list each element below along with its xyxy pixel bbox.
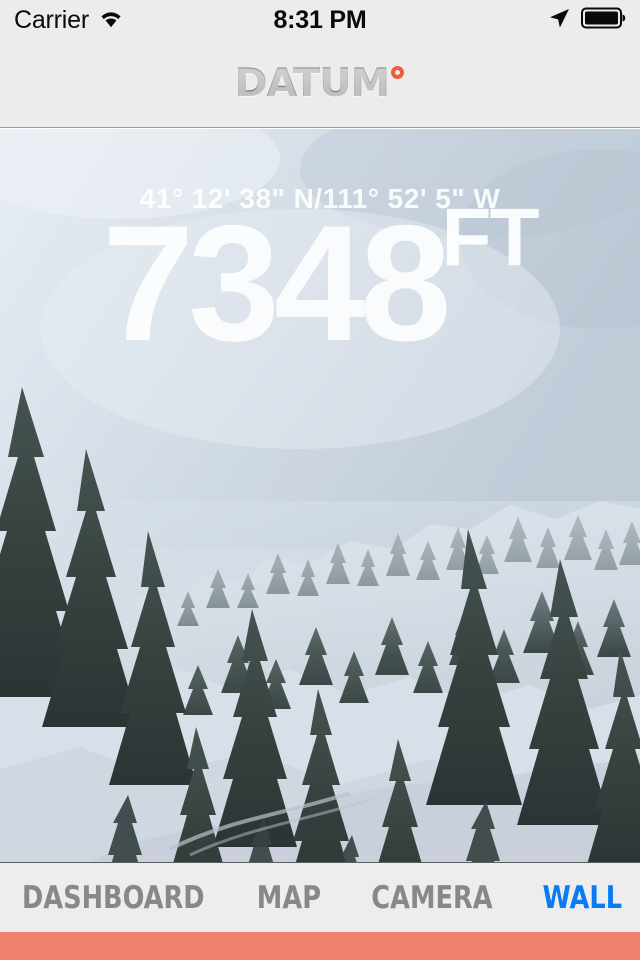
app-header: DATUM (0, 40, 640, 128)
battery-full-icon (581, 7, 626, 34)
datum-logo: DATUM (234, 61, 404, 106)
tab-camera[interactable]: CAMERA (371, 880, 492, 916)
status-bar-center: 8:31 PM (273, 6, 366, 35)
wall-photo-panel[interactable]: 41° 12' 38" N/111° 52' 5" W 7348FT (0, 129, 640, 862)
tab-bar: DASHBOARD MAP CAMERA WALL (0, 862, 640, 932)
status-bar-right (367, 6, 626, 35)
clock-label: 8:31 PM (273, 5, 367, 34)
tab-dashboard[interactable]: DASHBOARD (22, 880, 205, 916)
wifi-icon (98, 8, 124, 33)
degree-ring-icon (390, 66, 404, 79)
mountain-photo (0, 129, 640, 862)
carrier-label: Carrier (14, 5, 89, 34)
logo-wordmark: DATUM (234, 61, 391, 106)
status-bar: Carrier 8:31 PM (0, 0, 640, 40)
tab-map[interactable]: MAP (257, 880, 321, 916)
tab-wall[interactable]: WALL (543, 880, 623, 916)
app-screen: Carrier 8:31 PM DATUM 41° 12' 38" N/111°… (0, 0, 640, 960)
bottom-accent-bar (0, 932, 640, 960)
status-bar-left: Carrier (14, 6, 273, 35)
location-arrow-icon (547, 6, 571, 35)
